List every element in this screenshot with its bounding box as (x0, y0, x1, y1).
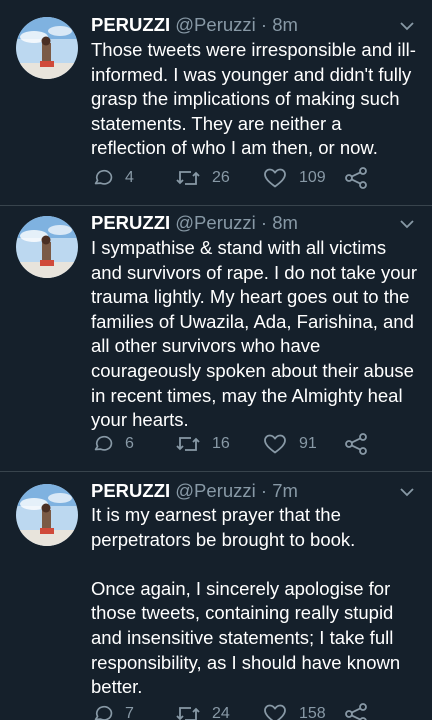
reply-count: 6 (125, 435, 134, 452)
display-name[interactable]: PERUZZI (91, 212, 170, 233)
like-button[interactable]: 158 (263, 702, 326, 720)
tweet-text: Those tweets were irresponsible and ill-… (91, 39, 416, 159)
separator-dot: · (260, 14, 268, 35)
tweet[interactable]: PERUZZI @Peruzzi · 8m Those tweets were … (0, 0, 432, 206)
retweet-button[interactable]: 16 (176, 432, 230, 456)
user-handle[interactable]: @Peruzzi (175, 14, 255, 35)
display-name[interactable]: PERUZZI (91, 480, 170, 501)
share-icon (345, 167, 367, 189)
share-icon (345, 433, 367, 455)
tweet-text: I sympathise & stand with all victims an… (91, 237, 417, 431)
reply-icon (94, 435, 113, 451)
share-button[interactable] (344, 702, 380, 720)
like-icon (264, 434, 286, 454)
timeline: PERUZZI @Peruzzi · 8m Those tweets were … (0, 0, 432, 720)
tweet-actions: 7 24 158 (91, 702, 391, 720)
timestamp[interactable]: 7m (272, 480, 298, 501)
retweet-button[interactable]: 24 (176, 702, 230, 720)
tweet-header: PERUZZI @Peruzzi · 7m (91, 476, 298, 506)
avatar[interactable] (16, 17, 78, 79)
user-handle[interactable]: @Peruzzi (175, 480, 255, 501)
reply-button[interactable]: 6 (91, 432, 134, 456)
tweet-actions: 6 16 91 (91, 432, 391, 456)
retweet-count: 26 (212, 169, 230, 186)
separator-dot: · (260, 480, 268, 501)
reply-button[interactable]: 7 (91, 702, 134, 720)
like-count: 158 (299, 705, 326, 720)
like-button[interactable]: 109 (263, 166, 326, 190)
like-count: 109 (299, 169, 326, 186)
separator-dot: · (260, 212, 268, 233)
reply-button[interactable]: 4 (91, 166, 134, 190)
retweet-count: 16 (212, 435, 230, 452)
tweet-text: It is my earnest prayer that the perpetr… (91, 504, 401, 698)
avatar[interactable] (16, 484, 78, 546)
avatar[interactable] (16, 216, 78, 278)
display-name[interactable]: PERUZZI (91, 14, 170, 35)
like-button[interactable]: 91 (263, 432, 317, 456)
share-button[interactable] (344, 166, 380, 190)
tweet[interactable]: PERUZZI @Peruzzi · 7m It is my earnest p… (0, 472, 432, 720)
tweet[interactable]: PERUZZI @Peruzzi · 8m I sympathise & sta… (0, 206, 432, 472)
retweet-count: 24 (212, 705, 230, 720)
tweet-actions: 4 26 109 (91, 166, 391, 190)
retweet-icon (176, 437, 200, 451)
like-icon (264, 168, 286, 188)
chevron-down-icon[interactable] (400, 487, 414, 497)
retweet-icon (176, 171, 200, 185)
reply-icon (94, 169, 113, 185)
chevron-down-icon[interactable] (400, 219, 414, 229)
retweet-icon (176, 707, 200, 720)
reply-count: 7 (125, 705, 134, 720)
chevron-down-icon[interactable] (400, 21, 414, 31)
reply-count: 4 (125, 169, 134, 186)
timestamp[interactable]: 8m (272, 14, 298, 35)
share-button[interactable] (344, 432, 380, 456)
tweet-header: PERUZZI @Peruzzi · 8m (91, 10, 298, 40)
retweet-button[interactable]: 26 (176, 166, 230, 190)
user-handle[interactable]: @Peruzzi (175, 212, 255, 233)
like-count: 91 (299, 435, 317, 452)
tweet-header: PERUZZI @Peruzzi · 8m (91, 208, 298, 238)
reply-icon (94, 705, 113, 720)
timestamp[interactable]: 8m (272, 212, 298, 233)
like-icon (264, 704, 286, 720)
share-icon (345, 703, 367, 720)
